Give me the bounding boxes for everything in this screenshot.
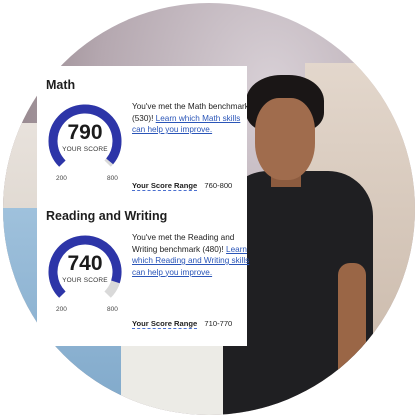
score-range: Your Score Range 710-770 [132,319,233,329]
benchmark-description: You've met the Math benchmark (530)! Lea… [132,101,250,136]
score-row: 740 YOUR SCORE 200 800 You've met the Re… [46,224,250,329]
score-gauge: 790 YOUR SCORE 200 800 [46,103,128,183]
stage: Math 790 YOUR SCORE 200 800 You've met t… [0,0,417,418]
score-value: 740 [67,252,103,275]
score-range-value: 760-800 [204,181,233,190]
score-value: 790 [67,121,103,144]
gauge-min: 200 [56,306,67,313]
section-title: Math [46,78,76,92]
score-range-label[interactable]: Your Score Range [132,181,198,191]
reading-writing-section: Reading and Writing 740 YOUR SCORE 200 8… [46,208,250,329]
gauge-max: 800 [107,306,118,313]
section-title: Reading and Writing [46,209,168,223]
score-row: 790 YOUR SCORE 200 800 You've met the Ma… [46,93,250,193]
photo-person-face [255,98,315,180]
benchmark-description: You've met the Reading and Writing bench… [132,232,250,278]
math-section: Math 790 YOUR SCORE 200 800 You've met t… [46,77,250,193]
gauge-max: 800 [107,175,118,182]
score-range: Your Score Range 760-800 [132,181,233,191]
gauge-min: 200 [56,175,67,182]
score-report-card: Math 790 YOUR SCORE 200 800 You've met t… [37,66,250,346]
photo-person-arm [338,263,366,383]
benchmark-text: You've met the Reading and Writing bench… [132,233,235,254]
score-label: YOUR SCORE [62,146,108,153]
score-range-label[interactable]: Your Score Range [132,319,198,329]
score-label: YOUR SCORE [62,277,108,284]
score-gauge: 740 YOUR SCORE 200 800 [46,234,128,314]
score-range-value: 710-770 [204,319,233,328]
